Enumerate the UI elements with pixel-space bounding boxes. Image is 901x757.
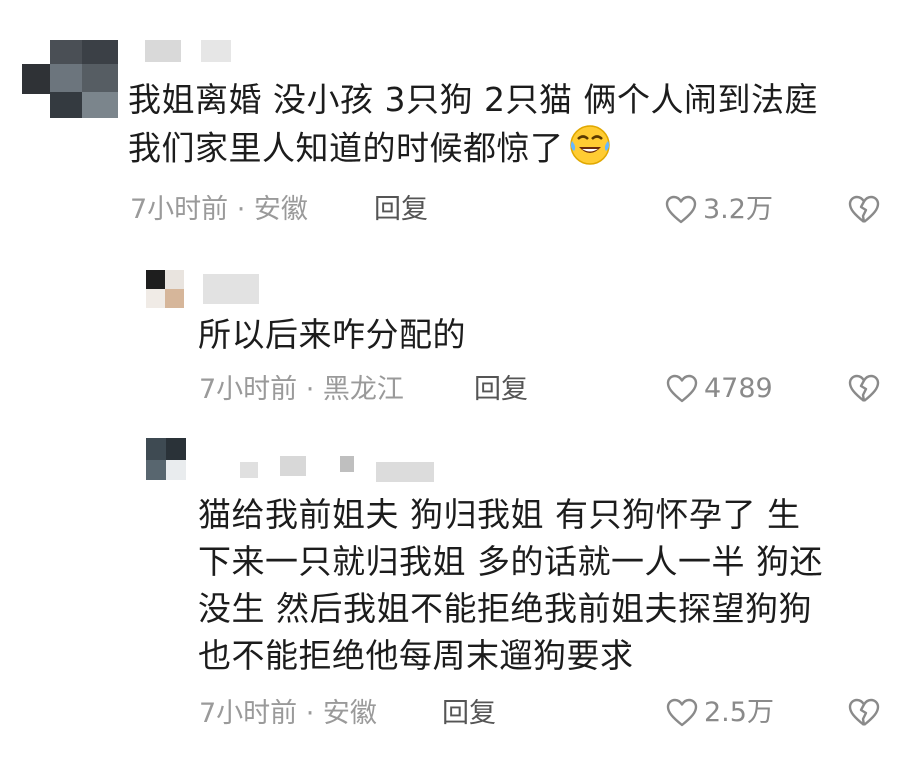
laughing-crying-emoji-icon <box>568 123 612 177</box>
reply-button[interactable]: 回复 <box>474 374 528 406</box>
dislike-button[interactable] <box>848 698 880 732</box>
username-blurred[interactable] <box>203 274 263 304</box>
heart-outline-icon <box>666 698 698 728</box>
comment-line: 没生 然后我姐不能拒绝我前姐夫探望狗狗 <box>198 589 812 628</box>
username-blurred[interactable] <box>145 40 265 64</box>
comment-line: 猫给我前姐夫 狗归我姐 有只狗怀孕了 生 <box>198 495 801 534</box>
broken-heart-icon <box>848 374 880 408</box>
heart-outline-icon <box>666 374 698 404</box>
comment-line: 所以后来咋分配的 <box>198 315 466 354</box>
comment-line: 也不能拒绝他每周末遛狗要求 <box>198 636 634 675</box>
comment-text: 猫给我前姐夫 狗归我姐 有只狗怀孕了 生 下来一只就归我姐 多的话就一人一半 狗… <box>198 491 823 679</box>
heart-outline-icon <box>665 195 697 225</box>
dislike-button[interactable] <box>848 195 880 229</box>
like-count: 2.5万 <box>704 697 774 728</box>
broken-heart-icon <box>848 698 880 732</box>
reply-button[interactable]: 回复 <box>374 194 428 226</box>
comment-text: 我姐离婚 没小孩 3只狗 2只猫 俩个人闹到法庭 我们家里人知道的时候都惊了 <box>128 76 818 177</box>
avatar[interactable] <box>22 40 118 118</box>
avatar[interactable] <box>146 438 186 480</box>
avatar[interactable] <box>146 270 184 308</box>
like-button[interactable]: 3.2万 <box>665 194 773 226</box>
comment-line: 我们家里人知道的时候都惊了 <box>128 123 818 177</box>
like-count: 3.2万 <box>703 194 773 225</box>
dislike-button[interactable] <box>848 374 880 408</box>
timestamp-location: 7小时前 · 安徽 <box>199 698 377 729</box>
timestamp-location: 7小时前 · 安徽 <box>130 194 308 225</box>
timestamp-location: 7小时前 · 黑龙江 <box>199 374 404 405</box>
comment-line: 我姐离婚 没小孩 3只狗 2只猫 俩个人闹到法庭 <box>128 80 818 119</box>
like-button[interactable]: 4789 <box>666 373 773 405</box>
username-blurred[interactable] <box>240 456 440 482</box>
reply-button[interactable]: 回复 <box>442 698 496 730</box>
like-button[interactable]: 2.5万 <box>666 697 774 729</box>
comment-text: 所以后来咋分配的 <box>198 311 466 358</box>
comment-line: 下来一只就归我姐 多的话就一人一半 狗还 <box>198 542 823 581</box>
broken-heart-icon <box>848 195 880 229</box>
like-count: 4789 <box>704 373 773 404</box>
